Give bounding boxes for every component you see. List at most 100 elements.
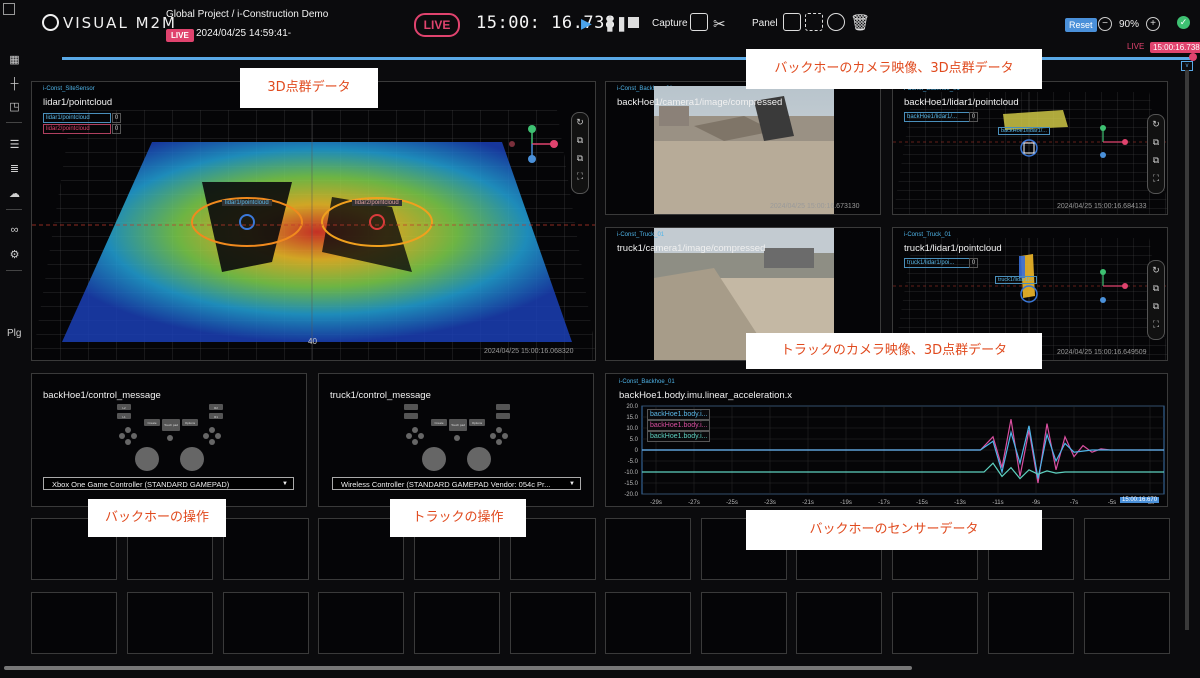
fit-icon[interactable]: ⛶ bbox=[1148, 315, 1164, 333]
legend-item[interactable]: backHoe1.body.i... bbox=[647, 409, 711, 420]
reset-button[interactable]: Reset bbox=[1065, 18, 1097, 32]
topic-chip-value: 0 bbox=[969, 258, 978, 268]
topic-chip[interactable]: backHoe1/lidar1/... bbox=[904, 112, 970, 122]
database-icon[interactable]: ≣ bbox=[8, 163, 21, 175]
gamepad-label: R2 bbox=[214, 406, 218, 410]
play-icon[interactable]: ▶ bbox=[581, 15, 592, 32]
empty-panel-slot[interactable] bbox=[414, 592, 500, 654]
panel-settings-icon[interactable] bbox=[827, 13, 845, 31]
reset-view-icon[interactable]: ↻ bbox=[572, 113, 588, 131]
controller-select[interactable]: Wireless Controller (STANDARD GAMEPAD Ve… bbox=[332, 477, 581, 490]
empty-panel-slot[interactable] bbox=[605, 592, 691, 654]
truck-control-panel[interactable]: truck1/control_message Create Touch pad … bbox=[318, 373, 594, 507]
annotation-label: トラックの操作 bbox=[390, 499, 526, 537]
dashboard-icon[interactable]: ▦ bbox=[8, 54, 21, 66]
legend-item[interactable]: backHoe1.body.i... bbox=[647, 431, 711, 442]
paste-icon[interactable]: ⧉ bbox=[1148, 151, 1164, 169]
image-icon[interactable]: ◳ bbox=[8, 101, 21, 113]
fit-icon[interactable]: ⛶ bbox=[572, 167, 588, 185]
app-icon[interactable] bbox=[3, 3, 15, 15]
y-tick-label: 15.0 bbox=[626, 415, 638, 421]
sidebar-divider bbox=[6, 122, 22, 123]
backhoe-lidar-panel[interactable]: i-Const_Backhoe_01 backHoe1/lidar1/point… bbox=[892, 81, 1168, 215]
x-tick-label: -21s bbox=[802, 500, 814, 506]
backhoe-camera-panel[interactable]: i-Const_Backhoe_01 backHoe1/camera1/imag… bbox=[605, 81, 881, 215]
timestamp: 2024/04/25 15:00:16.684133 bbox=[1057, 203, 1147, 210]
y-tick-label: 10.0 bbox=[626, 426, 638, 432]
controller-select[interactable]: Xbox One Game Controller (STANDARD GAMEP… bbox=[43, 477, 294, 490]
empty-panel-slot[interactable] bbox=[31, 592, 117, 654]
empty-panel-slot[interactable] bbox=[796, 592, 882, 654]
y-tick-label: -5.0 bbox=[628, 459, 639, 465]
empty-panel-slot[interactable] bbox=[318, 592, 404, 654]
annotation-label: トラックのカメラ映像、3D点群データ bbox=[746, 333, 1042, 369]
overlay-label: lidar1/pointcloud bbox=[222, 200, 272, 206]
vertical-scrollbar[interactable] bbox=[1185, 70, 1189, 630]
link-icon[interactable]: ∞ bbox=[8, 224, 21, 236]
live-button[interactable]: LIVE bbox=[414, 13, 460, 37]
empty-panel-slot[interactable] bbox=[605, 518, 691, 580]
zoom-out-icon[interactable]: − bbox=[1098, 17, 1112, 31]
imu-chart-panel[interactable]: i-Const_Backhoe_01 backHoe1.body.imu.lin… bbox=[605, 373, 1168, 507]
empty-panel-slot[interactable] bbox=[127, 592, 213, 654]
copy-icon[interactable]: ⧉ bbox=[572, 131, 588, 149]
view-toolbar: ↻ ⧉ ⧉ ⛶ bbox=[1147, 114, 1165, 194]
gear-icon[interactable]: ⚙ bbox=[8, 249, 21, 261]
calendar-capture-icon[interactable] bbox=[690, 13, 708, 31]
timestamp: 2024/04/25 15:00:16.649509 bbox=[1057, 349, 1147, 356]
capture-label: Capture bbox=[652, 18, 688, 29]
gamepad-label: Touch pad bbox=[451, 423, 465, 427]
empty-panel-slot[interactable] bbox=[510, 592, 596, 654]
backhoe-control-panel[interactable]: backHoe1/control_message L2 L1 R2 R1 Cre… bbox=[31, 373, 307, 507]
pause-icon[interactable]: ❚❚ bbox=[604, 15, 627, 32]
x-tick-label: -7s bbox=[1070, 500, 1078, 506]
cloud-upload-icon[interactable]: ☁ bbox=[8, 188, 21, 200]
topic-chip[interactable]: lidar1/pointcloud bbox=[43, 113, 111, 123]
panel-title: backHoe1/lidar1/pointcloud bbox=[904, 97, 1019, 108]
plugin-label[interactable]: Plg bbox=[7, 328, 21, 339]
top-bar: VISUAL M2M Global Project / i-Constructi… bbox=[0, 0, 1200, 50]
y-tick-label: 0 bbox=[635, 448, 639, 454]
empty-panel-slot[interactable] bbox=[1084, 518, 1170, 580]
gamepad-label: Create bbox=[434, 421, 443, 425]
paste-icon[interactable]: ⧉ bbox=[1148, 297, 1164, 315]
empty-panel-slot[interactable] bbox=[1084, 592, 1170, 654]
fit-icon[interactable]: ⛶ bbox=[1148, 169, 1164, 187]
annotation-label: バックホーの操作 bbox=[88, 499, 226, 537]
layout-split-icon[interactable]: ┼ bbox=[8, 78, 21, 90]
copy-icon[interactable]: ⧉ bbox=[1148, 133, 1164, 151]
horizontal-scrollbar[interactable] bbox=[4, 666, 912, 670]
zoom-level: 90% bbox=[1119, 19, 1140, 30]
empty-panel-slot[interactable] bbox=[223, 518, 309, 580]
project-breadcrumb: Global Project / i-Construction Demo bbox=[166, 9, 329, 20]
site-pointcloud-panel[interactable]: i-Const_SiteSensor lidar1/pointcloud lid… bbox=[31, 81, 596, 361]
reset-view-icon[interactable]: ↻ bbox=[1148, 261, 1164, 279]
trash-icon[interactable]: 🗑 bbox=[850, 13, 870, 33]
playback-clock: 15:00: 16.738 bbox=[476, 13, 616, 33]
empty-panel-slot[interactable] bbox=[892, 592, 978, 654]
scissors-icon[interactable]: ✂ bbox=[713, 15, 726, 33]
panel-add-icon[interactable] bbox=[783, 13, 801, 31]
legend-item[interactable]: backHoe1.body.i... bbox=[647, 420, 711, 431]
topic-chip[interactable]: truck1/lidar1/poi... bbox=[904, 258, 970, 268]
timeline-live: LIVE bbox=[1127, 42, 1145, 51]
empty-panel-slot[interactable] bbox=[223, 592, 309, 654]
timestamp: 2024/04/25 15:00:16.068320 bbox=[484, 348, 574, 355]
timeline-handle[interactable] bbox=[1189, 53, 1197, 61]
session-date: 2024/04/25 14:59:41- bbox=[196, 28, 292, 39]
empty-panel-slot[interactable] bbox=[701, 592, 787, 654]
list-icon[interactable]: ☰ bbox=[8, 139, 21, 151]
zoom-in-icon[interactable]: + bbox=[1146, 17, 1160, 31]
topic-chip[interactable]: lidar2/pointcloud bbox=[43, 124, 111, 134]
paste-icon[interactable]: ⧉ bbox=[572, 149, 588, 167]
logo: VISUAL M2M bbox=[42, 14, 177, 32]
copy-icon[interactable]: ⧉ bbox=[1148, 279, 1164, 297]
timestamp: 2024/04/25 15:00:16.673130 bbox=[770, 203, 860, 210]
sidebar: ▦ ┼ ◳ ☰ ≣ ☁ ∞ ⚙ Plg bbox=[0, 44, 28, 678]
reset-view-icon[interactable]: ↻ bbox=[1148, 115, 1164, 133]
gamepad-label: Options bbox=[185, 421, 196, 425]
empty-panel-slot[interactable] bbox=[988, 592, 1074, 654]
panel-select-icon[interactable] bbox=[805, 13, 823, 31]
stop-icon[interactable] bbox=[628, 17, 639, 28]
panel-tag: i-Const_Backhoe_01 bbox=[619, 379, 675, 385]
